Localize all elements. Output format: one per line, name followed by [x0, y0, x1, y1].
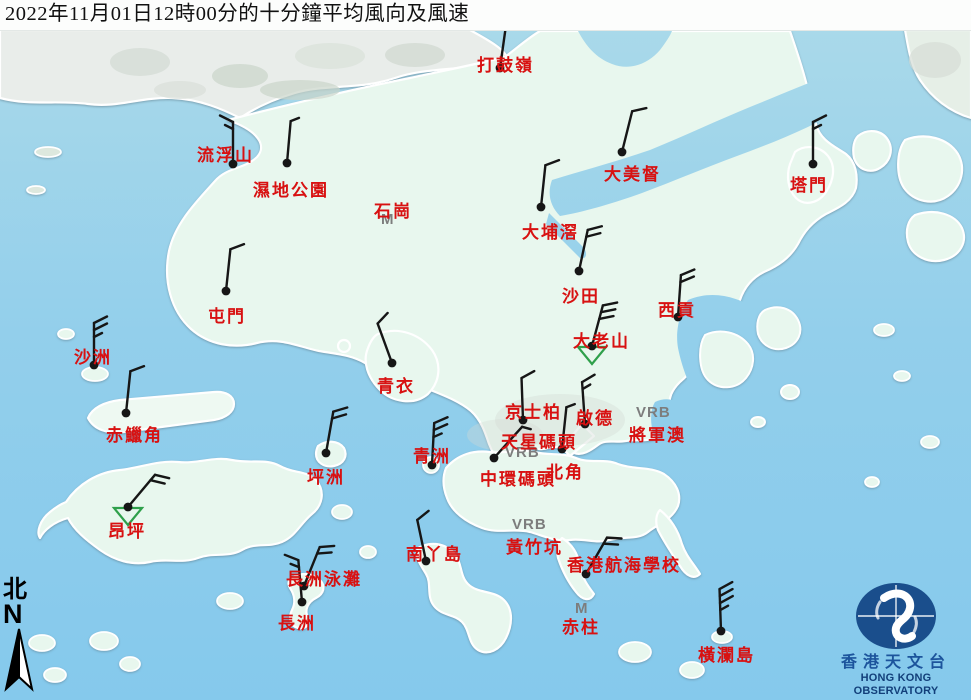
- station-marker-tuen-mun: [222, 243, 244, 296]
- station-marker-cheung-chau: [285, 554, 307, 607]
- north-compass: 北 N: [3, 578, 37, 700]
- wind-barb-hk-sea-school: [586, 532, 622, 581]
- station-dot: [809, 160, 818, 169]
- station-marker-lau-fau-shan: [220, 116, 237, 169]
- wind-barb-chek-lap-kok: [126, 365, 144, 415]
- station-marker-hk-sea-school: [582, 532, 622, 581]
- station-dot: [558, 445, 567, 454]
- station-marker-tai-mei-tuk: [618, 105, 647, 156]
- wind-barb-tai-po-kau: [541, 159, 559, 209]
- wind-barb-sha-tin: [579, 224, 602, 274]
- wind-barb-lau-fau-shan: [220, 116, 233, 165]
- station-dot: [537, 203, 546, 212]
- wind-barb-tuen-mun: [226, 243, 244, 293]
- station-dot: [298, 598, 307, 607]
- station-marker-central-pier: [490, 424, 531, 464]
- station-dot: [283, 159, 292, 168]
- station-marker-peng-chau: [322, 405, 348, 457]
- wind-barb-peng-chau: [326, 405, 347, 455]
- wind-barb-wetland-park: [287, 117, 299, 164]
- station-marker-waglan-island: [717, 582, 734, 635]
- wind-barb-green-island: [432, 417, 448, 466]
- station-dot: [428, 461, 437, 470]
- station-dot: [496, 64, 505, 73]
- wind-barb-central-pier: [494, 424, 531, 464]
- station-dot: [229, 160, 238, 169]
- hko-logo-icon: [854, 582, 938, 654]
- station-dot: [388, 359, 397, 368]
- station-dot: [322, 449, 331, 458]
- wind-barb-sha-chau: [94, 317, 107, 366]
- wind-barb-lamma-island: [416, 511, 439, 561]
- station-marker-tai-po-kau: [537, 159, 559, 212]
- station-dot: [124, 503, 133, 512]
- wind-barb-kai-tak: [582, 375, 598, 424]
- station-dot: [674, 313, 683, 322]
- wind-barb-tai-mei-tuk: [622, 105, 646, 155]
- station-dot: [519, 416, 528, 425]
- station-dot: [618, 148, 627, 157]
- station-dot: [122, 409, 131, 418]
- station-dot: [422, 557, 431, 566]
- station-dot: [490, 454, 499, 463]
- wind-map-screen: 流浮山濕地公園石崗M打鼓嶺大美督塔門大埔滘沙田屯門西貢沙洲大老山青衣赤鱲角京士柏…: [0, 0, 971, 700]
- wind-barb-sai-kung: [678, 269, 694, 318]
- wind-barb-tap-mun: [813, 116, 826, 165]
- station-dot: [717, 627, 726, 636]
- north-letter: N: [3, 602, 37, 627]
- station-dot: [90, 361, 99, 370]
- station-marker-lamma-island: [416, 511, 439, 566]
- station-marker-sai-kung: [674, 269, 695, 322]
- station-marker-sha-chau: [90, 317, 107, 370]
- hko-logo: 香港天文台 HONG KONG OBSERVATORY: [826, 582, 966, 698]
- station-dot: [575, 267, 584, 276]
- station-marker-ngong-ping: [114, 470, 169, 525]
- wind-barb-cheung-chau: [285, 554, 302, 603]
- hko-name-chinese: 香港天文台: [826, 654, 966, 672]
- wind-barb-tsing-yi: [375, 313, 404, 363]
- wind-barb-north-point: [562, 403, 575, 450]
- station-marker-tap-mun: [809, 116, 826, 169]
- north-arrow-icon: [3, 627, 37, 697]
- station-marker-cheung-chau-beach: [300, 541, 335, 591]
- wind-barb-waglan-island: [719, 582, 734, 631]
- station-dot: [582, 570, 591, 579]
- station-marker-chek-lap-kok: [122, 365, 144, 418]
- hko-name-english: HONG KONG OBSERVATORY: [826, 672, 966, 698]
- station-marker-tates-cairn: [578, 299, 617, 364]
- station-dot: [588, 342, 597, 351]
- station-marker-green-island: [428, 417, 448, 470]
- station-marker-sha-tin: [575, 224, 602, 276]
- station-marker-wetland-park: [283, 117, 299, 167]
- station-marker-north-point: [558, 403, 575, 453]
- station-marker-kings-park: [519, 371, 536, 424]
- station-dot: [222, 287, 231, 296]
- station-marker-tsing-yi: [375, 313, 404, 367]
- map-title: 2022年11月01日12時00分的十分鐘平均風向及風速: [0, 0, 971, 29]
- wind-barb-kings-park: [521, 371, 536, 420]
- station-dot: [581, 420, 590, 429]
- wind-barb-cheung-chau-beach: [304, 541, 334, 591]
- wind-barb-tates-cairn: [592, 299, 617, 349]
- station-marker-kai-tak: [581, 375, 598, 429]
- title-bar: 2022年11月01日12時00分的十分鐘平均風向及風速: [0, 0, 971, 31]
